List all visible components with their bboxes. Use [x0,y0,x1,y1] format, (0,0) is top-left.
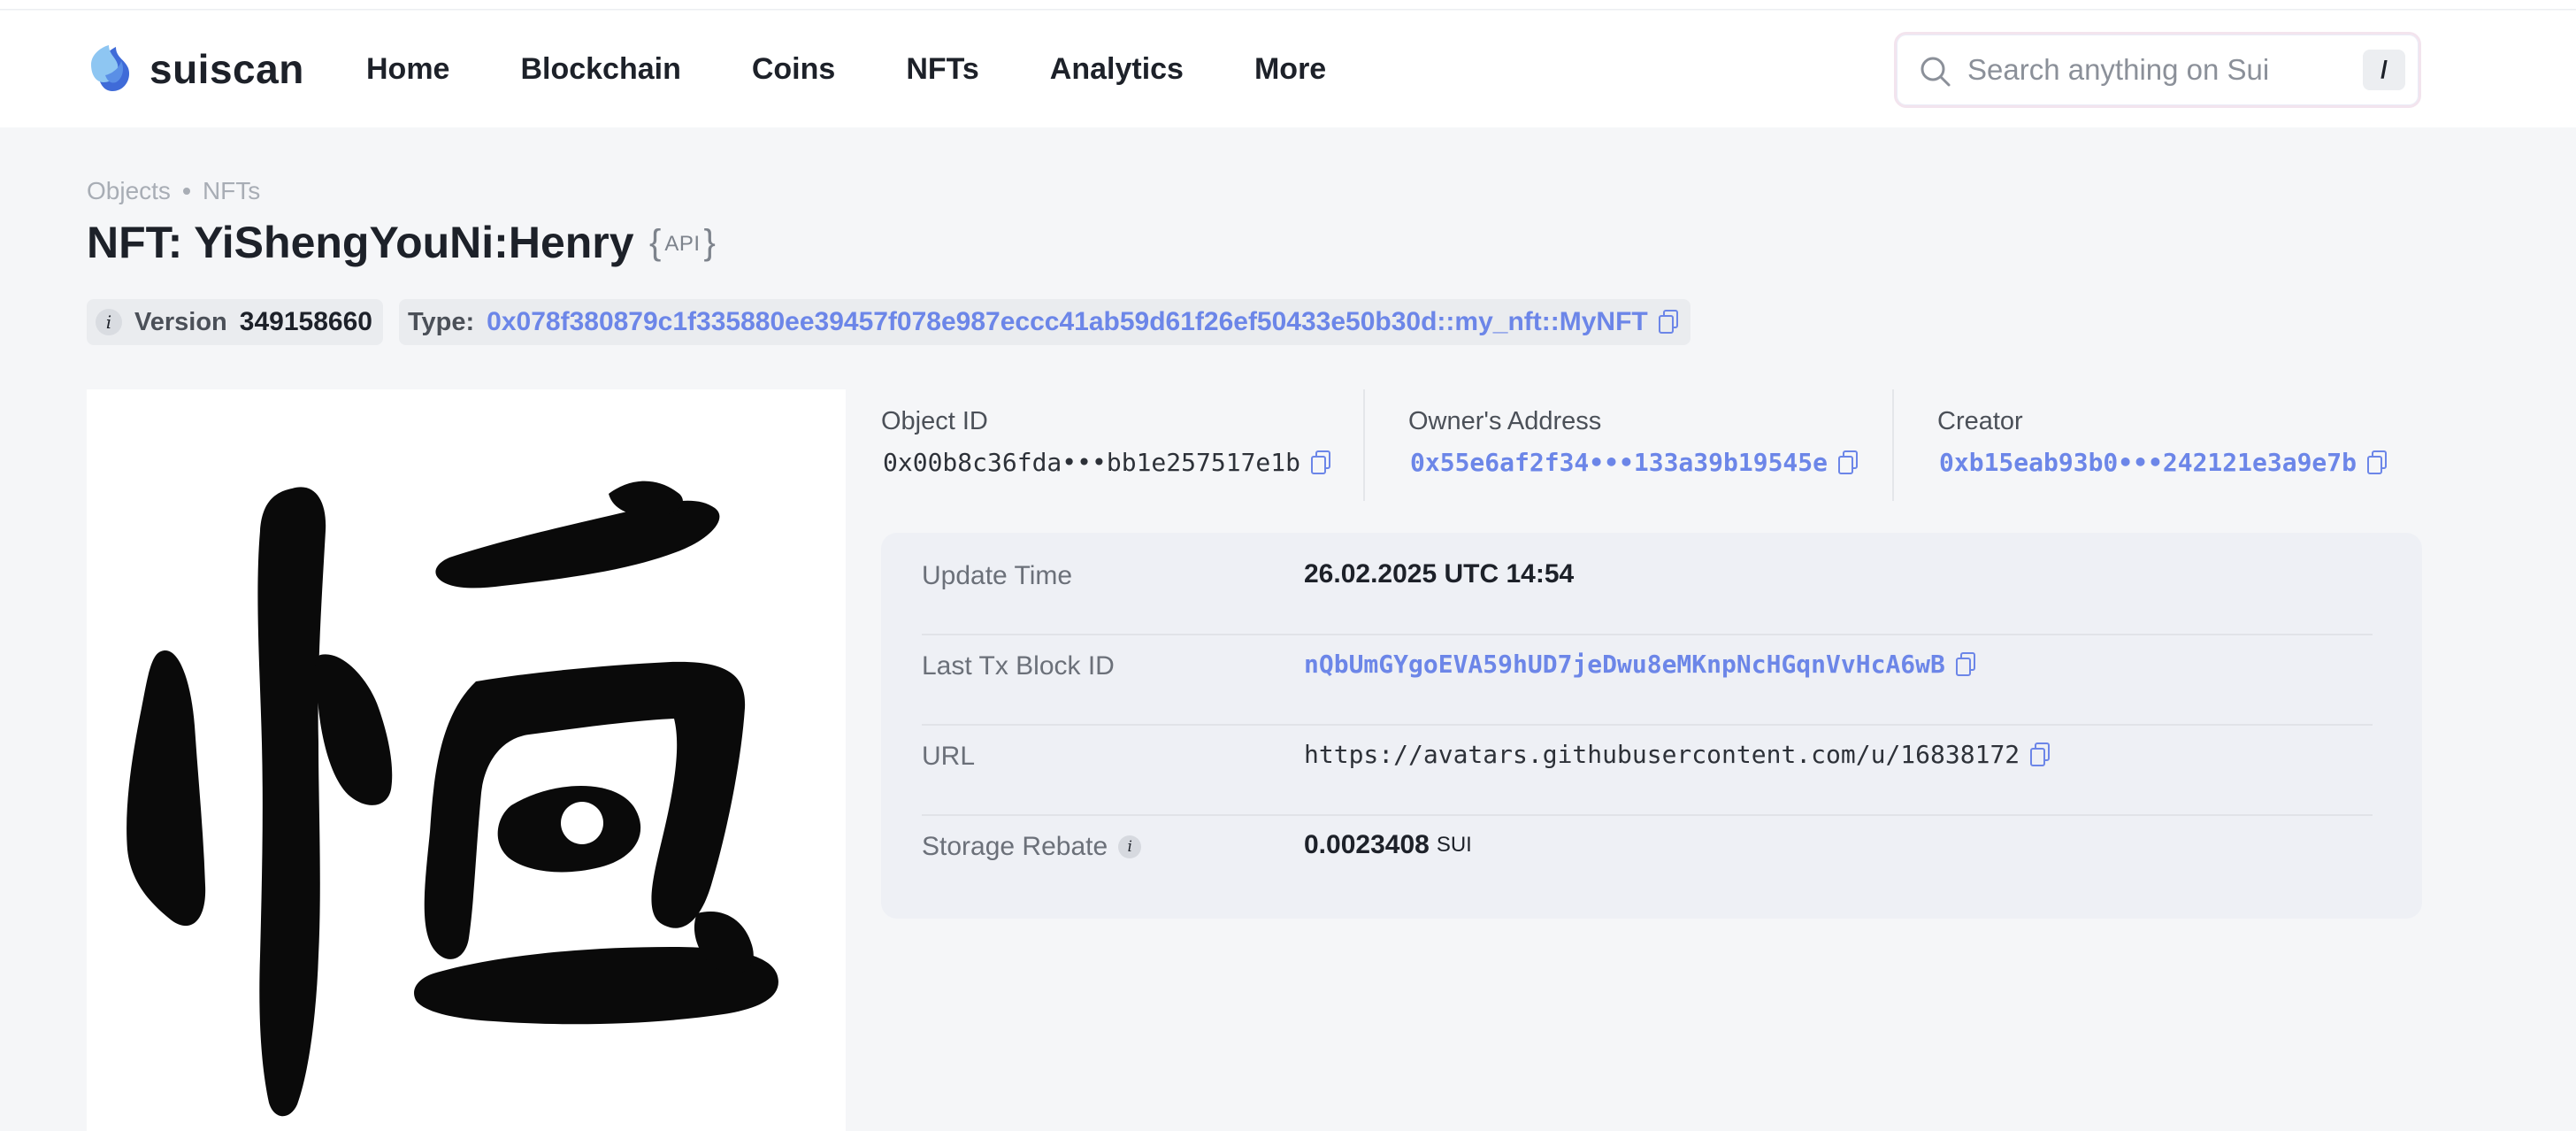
copy-icon[interactable] [1657,309,1680,335]
info-icon[interactable]: i [1118,835,1142,858]
object-id-value: 0x00b8c36fda•••bb1e257517e1b [883,448,1332,477]
api-brace-open: { [649,223,662,262]
storage-rebate-value-group: 0.0023408 SUI [1304,830,1472,860]
copy-icon[interactable] [1309,450,1332,476]
copy-icon[interactable] [2365,450,2388,476]
nav-coins[interactable]: Coins [752,48,835,90]
breadcrumb: Objects NFTs [87,177,260,205]
calligraphy-artwork [126,481,778,1117]
nav-nfts[interactable]: NFTs [906,48,978,90]
object-details-card: Update Time 26.02.2025 UTC 14:54 Last Tx… [881,533,2422,919]
detail-row-storage-rebate: Storage Rebate i 0.0023408 SUI [922,804,2373,894]
search-input[interactable] [1967,47,2321,93]
main-nav: Home Blockchain Coins NFTs Analytics Mor… [366,48,1397,90]
breadcrumb-nfts[interactable]: NFTs [203,177,260,205]
search-icon [1920,57,1951,87]
creator-column: Creator 0xb15eab93b0•••242121e3a9e7b [1937,389,2422,501]
object-identity-columns: Object ID 0x00b8c36fda•••bb1e257517e1b O… [881,389,2422,501]
copy-icon[interactable] [2028,742,2051,768]
creator-link[interactable]: 0xb15eab93b0•••242121e3a9e7b [1939,448,2357,477]
last-tx-link[interactable]: nQbUmGYgoEVA59hUD7jeDwu8eMKnpNcHGqnVvHcA… [1304,650,1945,679]
type-chip: Type: 0x078f380879c1f335880ee39457f078e9… [398,299,1690,345]
update-time-value: 26.02.2025 UTC 14:54 [1304,559,1575,589]
api-label: API [664,232,701,256]
object-id-text: 0x00b8c36fda•••bb1e257517e1b [883,448,1301,477]
column-divider [1892,389,1894,501]
column-divider [1363,389,1365,501]
nav-home[interactable]: Home [366,48,449,90]
detail-row-url: URL https://avatars.githubusercontent.co… [922,713,2373,804]
owner-address-link[interactable]: 0x55e6af2f34•••133a39b19545e [1410,448,1828,477]
object-id-column: Object ID 0x00b8c36fda•••bb1e257517e1b [881,389,1376,501]
nav-more[interactable]: More [1254,48,1326,90]
object-id-label: Object ID [881,407,988,435]
url-label: URL [922,742,976,771]
nav-blockchain[interactable]: Blockchain [520,48,680,90]
owner-address-label: Owner's Address [1408,407,1602,435]
logo-text: suiscan [150,46,304,92]
search-box[interactable]: / [1894,32,2421,108]
suiscan-logo[interactable]: suiscan [86,41,304,97]
last-tx-label: Last Tx Block ID [922,651,1115,681]
sui-logo-icon [91,45,130,91]
site-header: suiscan Home Blockchain Coins NFTs Analy… [0,11,2576,127]
storage-rebate-unit: SUI [1436,833,1472,857]
object-meta-chips: i Version 349158660 Type: 0x078f380879c1… [87,299,1706,345]
url-text: https://avatars.githubusercontent.com/u/… [1304,740,2020,769]
type-label: Type: [407,307,475,336]
detail-row-update-time: Update Time 26.02.2025 UTC 14:54 [922,533,2373,623]
owner-address-value[interactable]: 0x55e6af2f34•••133a39b19545e [1410,448,1859,477]
info-icon[interactable]: i [96,309,122,335]
version-chip: i Version 349158660 [87,299,383,345]
top-strip [0,0,2576,10]
copy-icon[interactable] [1836,450,1859,476]
breadcrumb-separator [182,188,190,195]
storage-rebate-label-group: Storage Rebate i [922,832,1142,862]
creator-value[interactable]: 0xb15eab93b0•••242121e3a9e7b [1939,448,2388,477]
version-value: 349158660 [239,307,372,336]
api-link[interactable]: {API} [649,223,716,264]
url-value: https://avatars.githubusercontent.com/u/… [1304,740,2051,769]
breadcrumb-objects[interactable]: Objects [87,177,171,205]
page-title: NFT: YiShengYouNi:Henry [87,218,634,267]
owner-address-column: Owner's Address 0x55e6af2f34•••133a39b19… [1408,389,1904,501]
storage-rebate-value: 0.0023408 [1304,830,1430,859]
search-shortcut-key: / [2363,50,2405,90]
version-label: Version [134,307,227,336]
nft-image [87,389,846,1131]
type-value-link[interactable]: 0x078f380879c1f335880ee39457f078e987eccc… [487,307,1648,337]
update-time-label: Update Time [922,561,1073,590]
detail-row-last-tx: Last Tx Block ID nQbUmGYgoEVA59hUD7jeDwu… [922,623,2373,713]
nav-analytics[interactable]: Analytics [1050,48,1184,90]
copy-icon[interactable] [1954,651,1977,678]
api-brace-close: } [703,223,716,262]
storage-rebate-label: Storage Rebate [922,832,1108,861]
creator-label: Creator [1937,407,2023,435]
last-tx-value[interactable]: nQbUmGYgoEVA59hUD7jeDwu8eMKnpNcHGqnVvHcA… [1304,650,1977,679]
